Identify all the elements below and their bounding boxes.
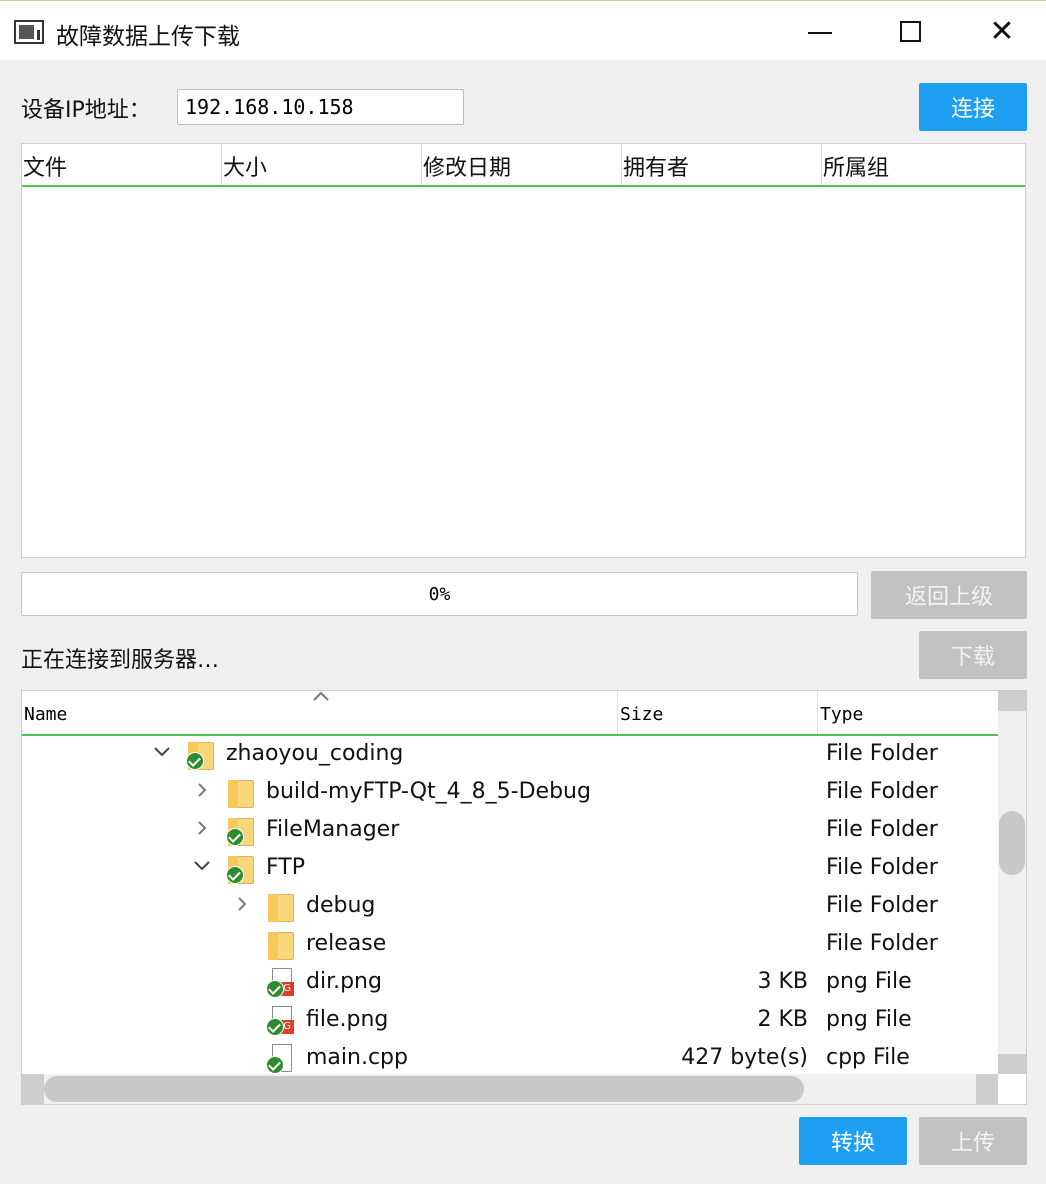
maximize-button[interactable] (880, 6, 940, 56)
synced-folder-icon (226, 816, 256, 846)
tree-row[interactable]: FileManager File Folder (22, 812, 998, 850)
synced-image-file-icon: G (266, 968, 296, 998)
chevron-right-icon[interactable] (192, 818, 212, 838)
remote-table-header: 文件 大小 修改日期 拥有者 所属组 (22, 144, 1025, 187)
chevron-down-icon[interactable] (192, 856, 212, 876)
tree-item-name: FTP (266, 855, 305, 880)
tree-row[interactable]: Gfile.png 2 KB png File (22, 1002, 998, 1040)
tree-item-type: cpp File (826, 1045, 910, 1070)
folder-icon (266, 930, 296, 960)
tree-row[interactable]: debug File Folder (22, 888, 998, 926)
tree-row[interactable]: build-myFTP-Qt_4_8_5-Debug File Folder (22, 774, 998, 812)
synced-image-file-icon: G (266, 1006, 296, 1036)
tree-item-size: 427 byte(s) (681, 1045, 808, 1070)
vertical-scroll-thumb[interactable] (999, 811, 1025, 875)
maximize-icon (899, 20, 921, 42)
tree-item-name: main.cpp (306, 1045, 408, 1070)
synced-folder-icon (226, 854, 256, 884)
tree-row[interactable]: FTP File Folder (22, 850, 998, 888)
back-to-parent-button[interactable]: 返回上级 (871, 571, 1027, 619)
scroll-down-button[interactable] (998, 1054, 1026, 1074)
chevron-right-icon[interactable] (192, 780, 212, 800)
synced-folder-icon (186, 740, 216, 770)
tree-item-type: File Folder (826, 931, 938, 956)
tree-item-type: png File (826, 1007, 912, 1032)
column-header-size[interactable]: 大小 (222, 144, 422, 185)
column-header-name-label: Name (24, 704, 68, 725)
column-header-owner[interactable]: 拥有者 (622, 144, 822, 185)
local-tree-header: Name Size Type (22, 691, 998, 736)
convert-button[interactable]: 转换 (799, 1117, 907, 1165)
close-button[interactable]: ✕ (972, 6, 1032, 56)
column-header-type-label: Type (820, 704, 864, 725)
tree-item-name: release (306, 931, 387, 956)
tree-item-type: png File (826, 969, 912, 994)
column-header-size-label: Size (620, 704, 664, 725)
tree-item-size: 3 KB (757, 969, 808, 994)
tree-item-type: File Folder (826, 817, 938, 842)
folder-icon (226, 778, 256, 808)
column-header-group[interactable]: 所属组 (822, 144, 1025, 185)
column-header-modified-date[interactable]: 修改日期 (422, 144, 622, 185)
connect-button[interactable]: 连接 (919, 83, 1027, 131)
tree-row[interactable]: release File Folder (22, 926, 998, 964)
tree-item-name: FileManager (266, 817, 400, 842)
scrollbar-corner (998, 1074, 1026, 1104)
horizontal-scrollbar[interactable] (22, 1074, 998, 1104)
chevron-down-icon[interactable] (152, 742, 172, 762)
scroll-left-button[interactable] (22, 1074, 44, 1104)
progress-text: 0% (428, 583, 451, 605)
tree-item-name: file.png (306, 1007, 389, 1032)
scroll-up-button[interactable] (998, 691, 1026, 711)
horizontal-scroll-thumb[interactable] (44, 1076, 804, 1102)
tree-item-name: dir.png (306, 969, 382, 994)
title-bar: 故障数据上传下载 ✕ (0, 0, 1046, 60)
app-icon (14, 20, 44, 44)
tree-item-type: File Folder (826, 779, 938, 804)
column-header-name[interactable]: Name (22, 691, 618, 734)
tree-row[interactable]: main.cpp 427 byte(s) cpp File (22, 1040, 998, 1078)
vertical-scrollbar[interactable] (998, 691, 1026, 1074)
column-header-size[interactable]: Size (618, 691, 818, 734)
tree-row[interactable]: zhaoyou_coding File Folder (22, 736, 998, 774)
ip-address-label: 设备IP地址： (21, 98, 151, 123)
chevron-right-icon[interactable] (232, 894, 252, 914)
column-header-file[interactable]: 文件 (22, 144, 222, 185)
tree-item-type: File Folder (826, 855, 938, 880)
tree-item-name: build-myFTP-Qt_4_8_5-Debug (266, 779, 591, 804)
close-icon: ✕ (989, 13, 1015, 49)
upload-button[interactable]: 上传 (919, 1117, 1027, 1165)
tree-row[interactable]: Gdir.png 3 KB png File (22, 964, 998, 1002)
tree-item-name: debug (306, 893, 376, 918)
remote-file-table[interactable]: 文件 大小 修改日期 拥有者 所属组 (21, 143, 1026, 558)
local-file-tree[interactable]: Name Size Type zhaoyou_coding File Folder… (21, 690, 1027, 1105)
tree-item-name: zhaoyou_coding (226, 741, 404, 766)
sort-ascending-icon (313, 691, 329, 701)
folder-icon (266, 892, 296, 922)
scroll-right-button[interactable] (976, 1074, 998, 1104)
minimize-icon (808, 32, 832, 34)
tree-item-type: File Folder (826, 741, 938, 766)
connection-status-text: 正在连接到服务器… (21, 648, 220, 673)
synced-cpp-file-icon (266, 1044, 296, 1074)
transfer-progress-bar: 0% (21, 572, 858, 616)
ip-address-input[interactable] (177, 89, 464, 125)
download-button[interactable]: 下载 (919, 631, 1027, 679)
minimize-button[interactable] (790, 6, 850, 56)
tree-item-type: File Folder (826, 893, 938, 918)
tree-item-size: 2 KB (757, 1007, 808, 1032)
window-title: 故障数据上传下载 (56, 24, 240, 50)
column-header-type[interactable]: Type (818, 691, 998, 734)
